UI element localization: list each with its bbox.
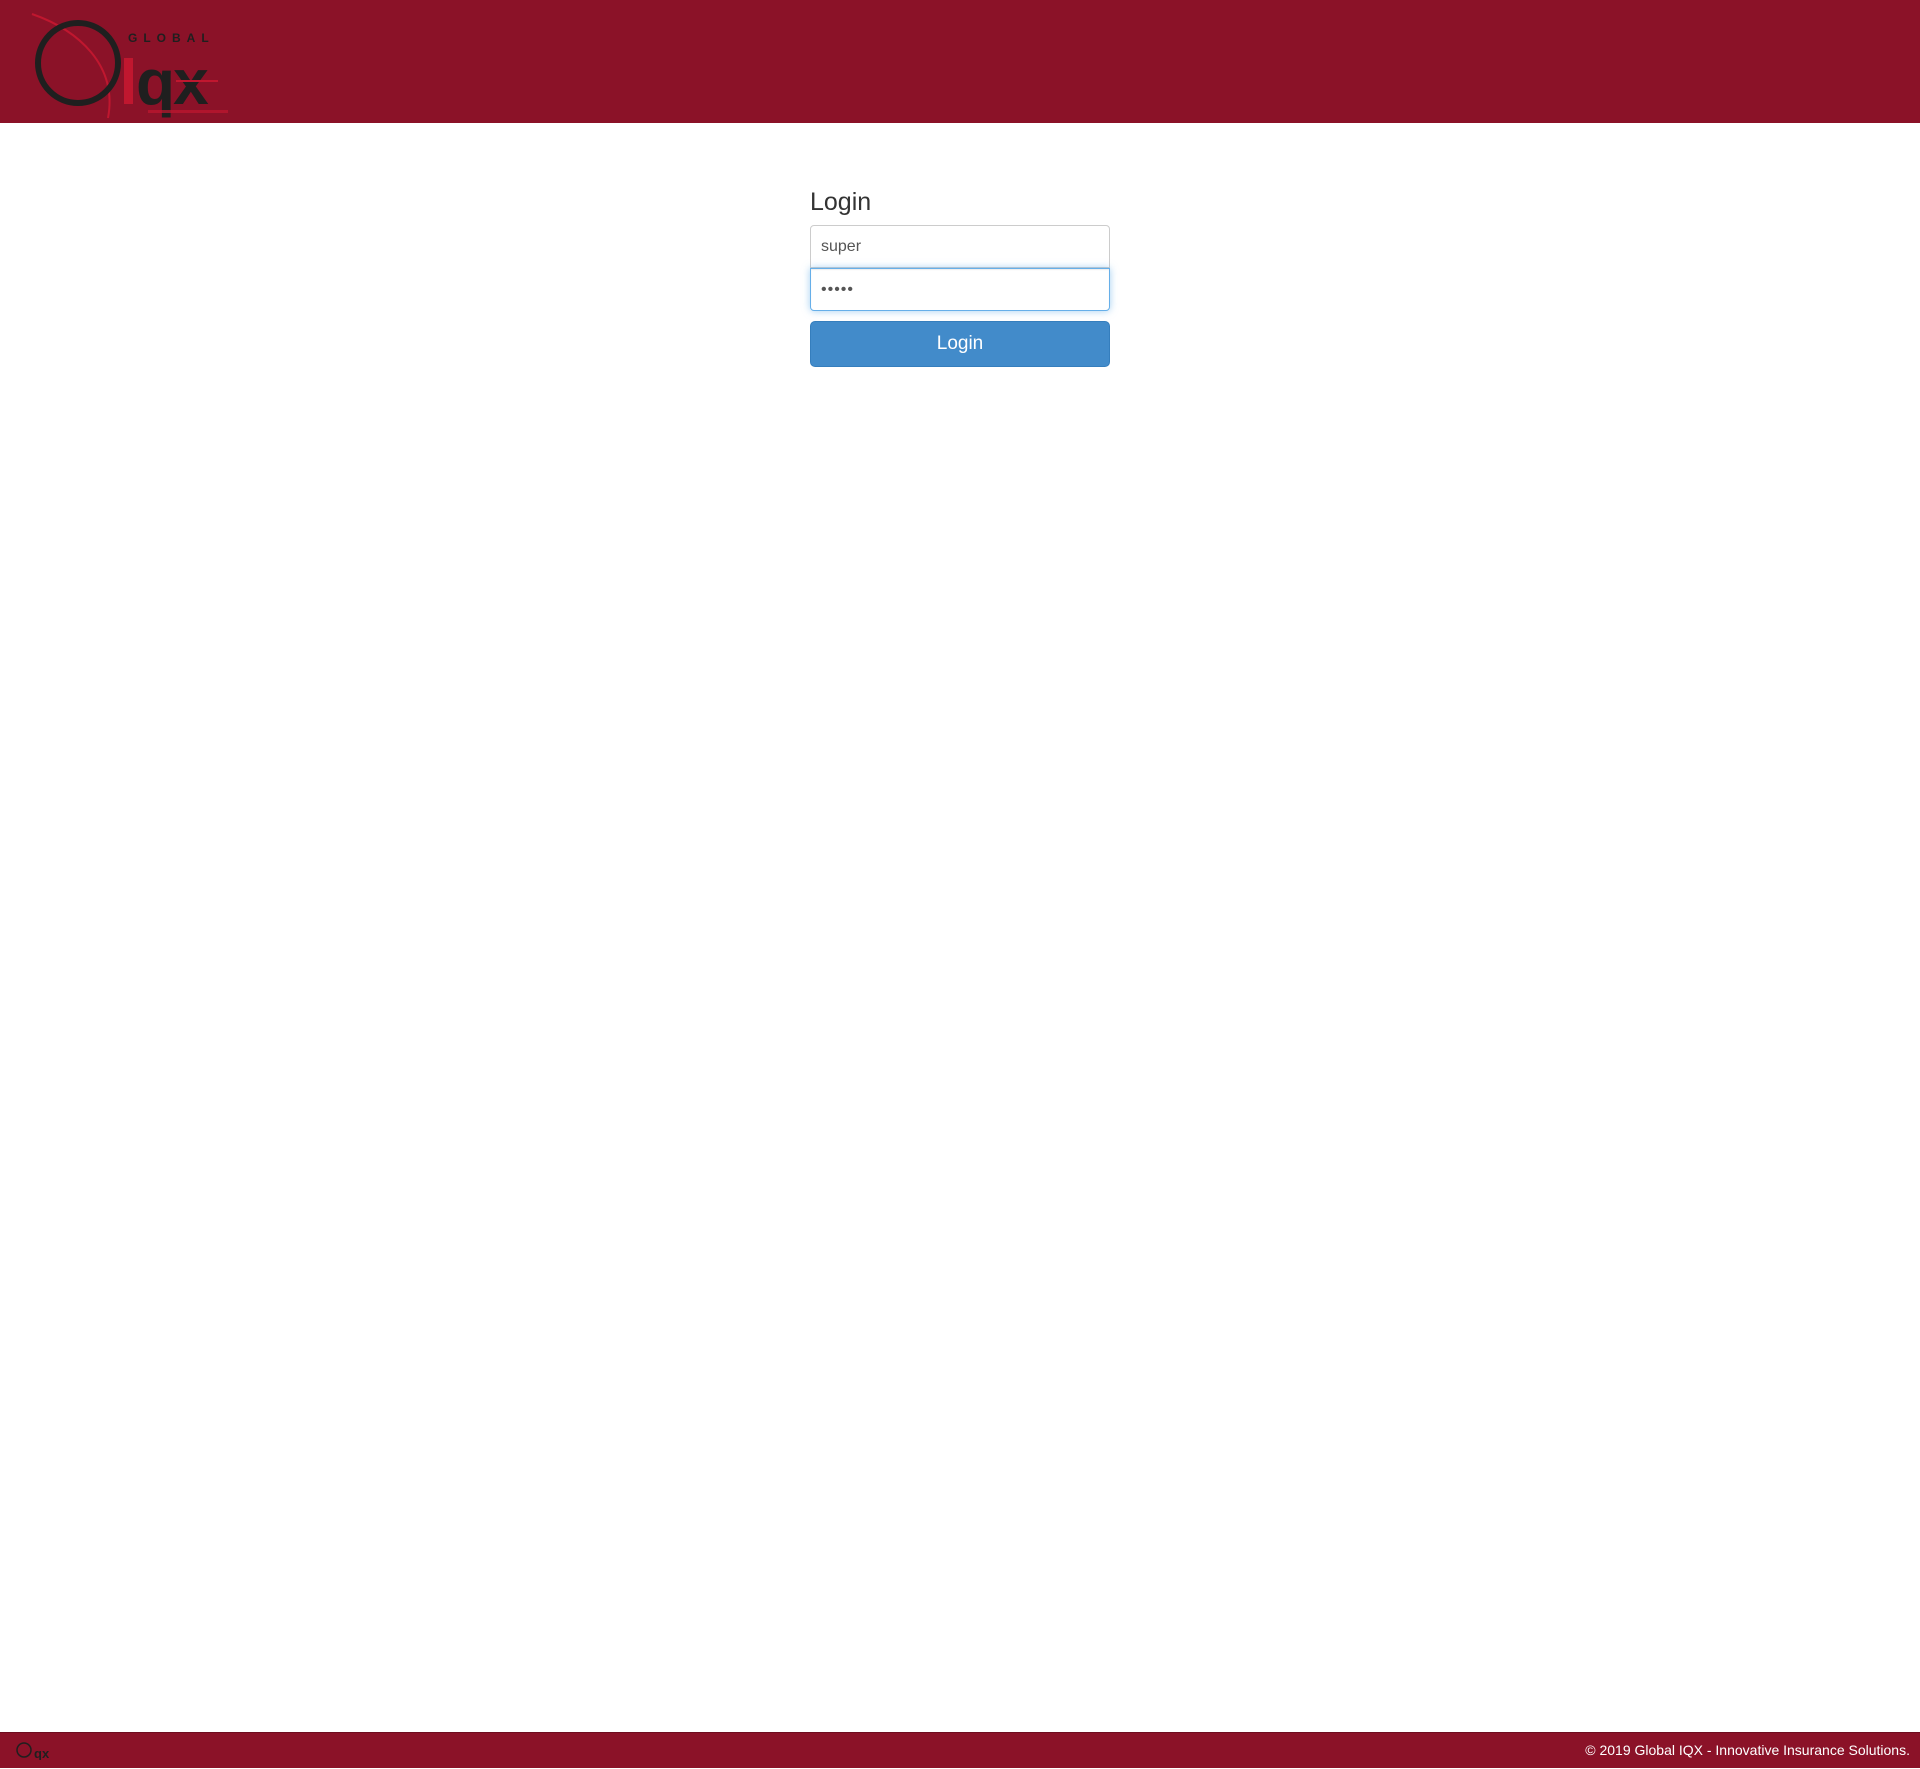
- svg-text:qx: qx: [34, 1746, 50, 1760]
- footer-bar: qx © 2019 Global IQX - Innovative Insura…: [0, 1732, 1920, 1768]
- password-input[interactable]: [810, 268, 1110, 311]
- login-button[interactable]: Login: [810, 321, 1110, 367]
- copyright-text: © 2019 Global IQX - Innovative Insurance…: [1585, 1742, 1910, 1758]
- logo-text-global: GLOBAL: [128, 31, 215, 45]
- login-heading: Login: [810, 188, 872, 216]
- footer-iqx-logo: qx: [16, 1742, 56, 1761]
- top-header-bar: GLOBAL qx: [0, 0, 1920, 123]
- username-input[interactable]: [810, 225, 1110, 268]
- login-form: Login Login: [810, 180, 1110, 367]
- global-iqx-logo[interactable]: GLOBAL qx: [28, 10, 233, 120]
